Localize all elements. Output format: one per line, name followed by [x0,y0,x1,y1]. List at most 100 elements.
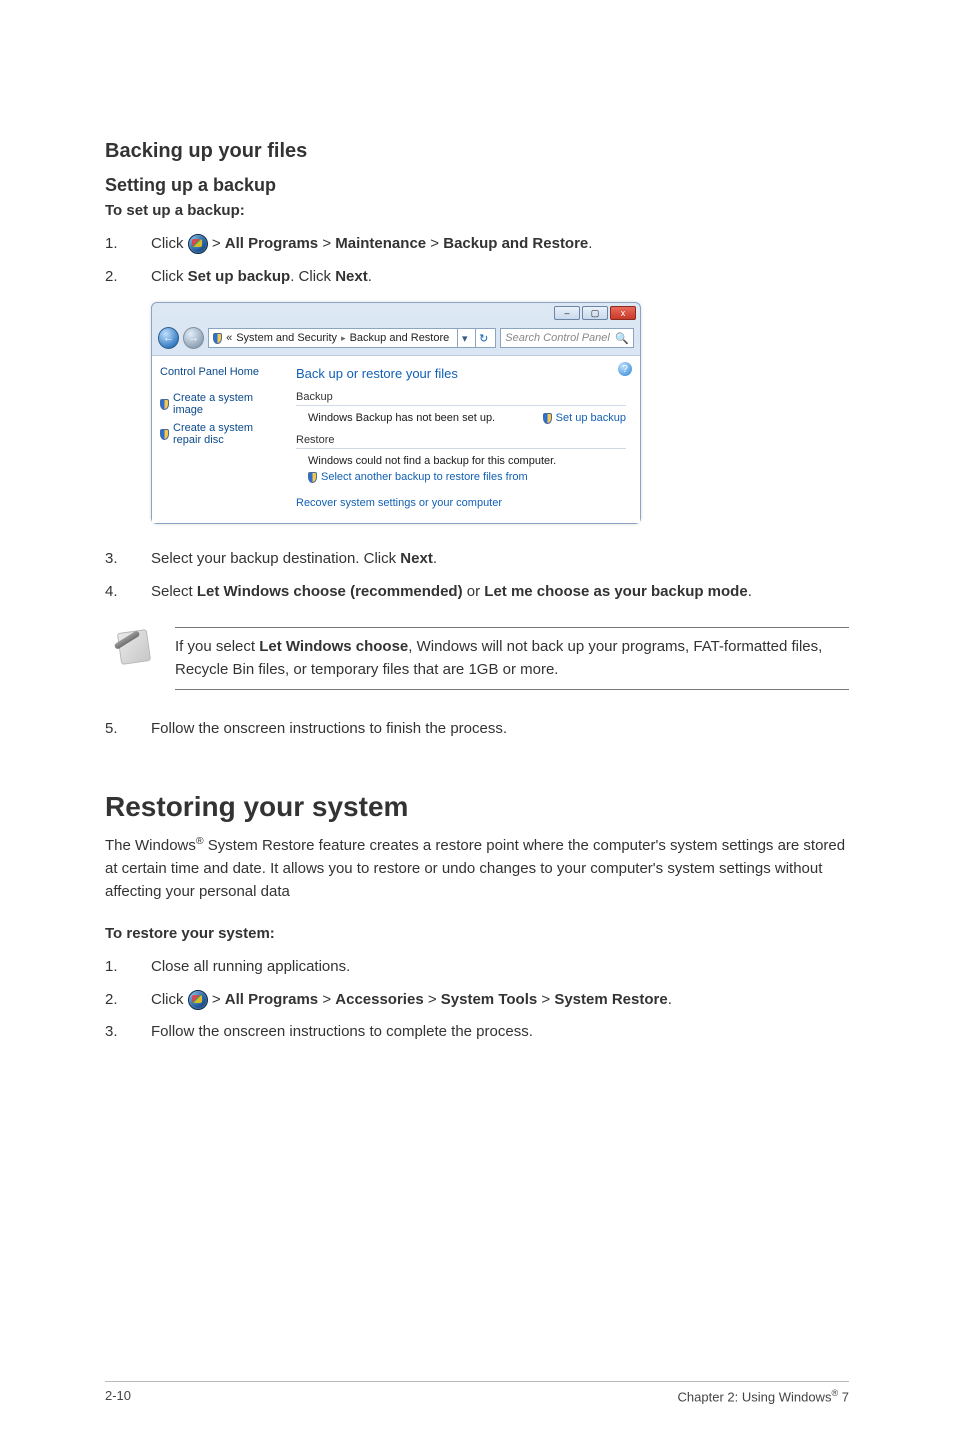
text: or [463,583,485,600]
group-restore: Restore Windows could not find a backup … [296,434,626,483]
note-text: If you select Let Windows choose, Window… [175,627,849,690]
search-input[interactable]: Search Control Panel 🔍 [500,328,634,348]
sidebar-item-label: Create a system repair disc [173,422,274,446]
step-number: 2. [105,989,151,1012]
breadcrumb-separator-icon: ▸ [341,333,346,344]
main-panel: ? Back up or restore your files Backup W… [282,356,640,523]
sidebar-create-repair-disc[interactable]: Create a system repair disc [160,422,274,446]
forward-button[interactable]: → [183,327,204,349]
step-text: Click Set up backup. Click Next. [151,266,849,289]
text: System Restore feature creates a restore… [105,837,845,901]
step-1: 1. Close all running applications. [105,956,849,979]
back-button[interactable]: ← [158,327,179,349]
bold-let-windows-choose: Let Windows choose (recommended) [197,583,463,600]
step-4: 4. Select Let Windows choose (recommende… [105,581,849,604]
page-footer: 2-10 Chapter 2: Using Windows® 7 [105,1381,849,1404]
text: . [588,235,592,252]
address-dropdown-icon[interactable]: ▾ [457,329,471,347]
recover-system-link[interactable]: Recover system settings or your computer [296,497,626,509]
minimize-button[interactable]: – [554,306,580,320]
shield-icon [543,413,552,424]
step-text: Follow the onscreen instructions to fini… [151,718,849,741]
group-legend-backup: Backup [296,391,626,403]
shield-icon [308,472,317,483]
step-text: Follow the onscreen instructions to comp… [151,1021,849,1044]
text: > [208,235,225,252]
heading-setting-up: Setting up a backup [105,175,849,196]
restore-status-text: Windows could not find a backup for this… [296,455,626,467]
search-icon[interactable]: 🔍 [615,332,629,345]
text: Click [151,991,188,1008]
step-text: Close all running applications. [151,956,849,979]
bold-maintenance: Maintenance [335,235,426,252]
sidebar-create-system-image[interactable]: Create a system image [160,392,274,416]
step-1: 1. Click > All Programs > Maintenance > … [105,233,849,256]
maximize-button[interactable]: ▢ [582,306,608,320]
text: 7 [838,1389,849,1404]
address-bar[interactable]: « System and Security ▸ Backup and Resto… [208,328,496,348]
window-control-panel: – ▢ x ← → « System and Security ▸ Backup… [151,302,641,524]
group-backup: Backup Windows Backup has not been set u… [296,391,626,424]
text: > [424,991,441,1008]
text: > [537,991,554,1008]
bold-next: Next [400,550,433,567]
step-2: 2. Click > All Programs > Accessories > … [105,989,849,1012]
breadcrumb-bullet: « [226,332,232,344]
heading-to-set-up: To set up a backup: [105,202,849,219]
text: > [318,991,335,1008]
bold-set-up-backup: Set up backup [188,268,291,285]
breadcrumb-system-security[interactable]: System and Security [236,332,337,344]
note-pencil-icon [111,627,155,671]
restore-paragraph: The Windows® System Restore feature crea… [105,833,849,904]
text: > [208,991,225,1008]
start-orb-icon [188,234,208,254]
text: . [748,583,752,600]
step-text: Click > All Programs > Maintenance > Bac… [151,233,849,256]
link-label: Select another backup to restore files f… [321,471,528,483]
bold-let-windows-choose: Let Windows choose [259,638,408,655]
steps-setup-backup: 1. Click > All Programs > Maintenance > … [105,233,849,288]
text: . Click [290,268,335,285]
bold-next: Next [335,268,368,285]
text: . [668,991,672,1008]
refresh-icon[interactable]: ↻ [475,329,491,347]
step-text: Select your backup destination. Click Ne… [151,548,849,571]
bold-accessories: Accessories [335,991,423,1008]
select-another-backup-link[interactable]: Select another backup to restore files f… [296,471,626,483]
step-number: 3. [105,548,151,571]
divider [296,448,626,449]
start-orb-icon [188,990,208,1010]
breadcrumb-backup-restore[interactable]: Backup and Restore [350,332,450,344]
bold-all-programs: All Programs [225,991,318,1008]
heading-to-restore: To restore your system: [105,925,849,942]
step-text: Click > All Programs > Accessories > Sys… [151,989,849,1012]
step-2: 2. Click Set up backup. Click Next. [105,266,849,289]
close-button[interactable]: x [610,306,636,320]
text: Chapter 2: Using Windows [678,1389,832,1404]
help-icon[interactable]: ? [618,362,632,376]
text: Click [151,235,188,252]
set-up-backup-link[interactable]: Set up backup [543,412,626,424]
main-title: Back up or restore your files [296,366,626,381]
text: Click [151,268,188,285]
steps-setup-backup-cont: 3. Select your backup destination. Click… [105,548,849,603]
search-placeholder: Search Control Panel [505,332,610,344]
step-3: 3. Follow the onscreen instructions to c… [105,1021,849,1044]
step-number: 1. [105,956,151,979]
step-number: 1. [105,233,151,256]
heading-restoring-system: Restoring your system [105,791,849,823]
step-3: 3. Select your backup destination. Click… [105,548,849,571]
bold-all-programs: All Programs [225,235,318,252]
steps-setup-backup-end: 5. Follow the onscreen instructions to f… [105,718,849,741]
footer-page-number: 2-10 [105,1388,131,1404]
bold-let-me-choose: Let me choose as your backup mode [484,583,747,600]
text: . [433,550,437,567]
bold-system-restore: System Restore [554,991,667,1008]
text: > [426,235,443,252]
footer-chapter: Chapter 2: Using Windows® 7 [678,1388,849,1404]
sidebar-control-panel-home[interactable]: Control Panel Home [160,366,274,378]
bold-system-tools: System Tools [441,991,537,1008]
text: . [368,268,372,285]
registered-mark: ® [196,835,204,847]
steps-restore-system: 1. Close all running applications. 2. Cl… [105,956,849,1044]
